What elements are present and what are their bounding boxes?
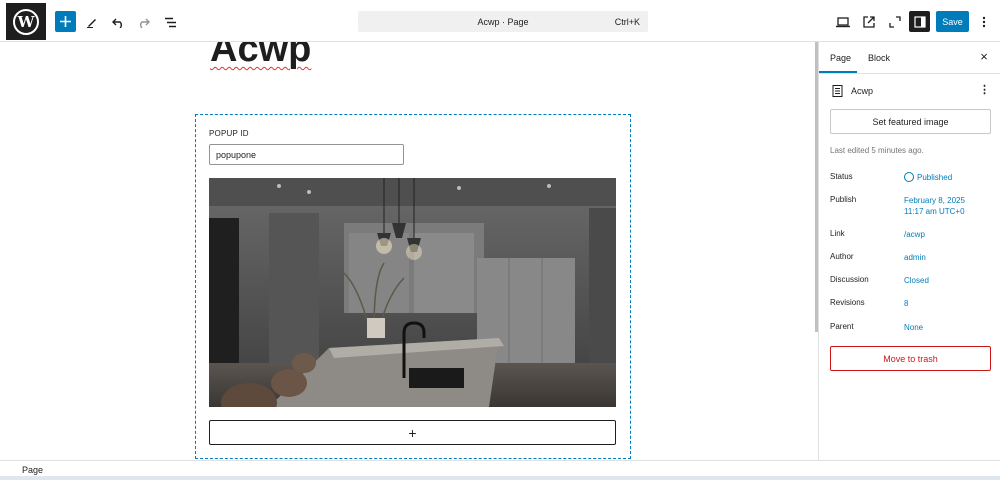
move-to-trash-button[interactable]: Move to trash [830, 346, 991, 371]
settings-sidebar-button[interactable] [909, 11, 930, 32]
page-title-heading[interactable]: Acwp [210, 42, 311, 71]
sidebar-icon [913, 15, 926, 28]
tools-button[interactable] [81, 11, 103, 33]
preview-button[interactable] [832, 11, 854, 33]
command-palette-bar[interactable]: Acwp · Page Ctrl+K [358, 11, 648, 32]
sidebar-tabs: Page Block × [819, 42, 1000, 74]
close-icon[interactable]: × [977, 50, 991, 64]
save-button[interactable]: Save [936, 11, 969, 32]
editor-toolbar: W Acwp · Page Ctrl+K Save [0, 0, 1000, 42]
meta-key: Author [830, 252, 854, 261]
document-summary: Acwp ⋮ [830, 84, 990, 100]
editor-canvas[interactable]: Acwp POPUP ID popupone + [0, 42, 818, 460]
block-breadcrumb-bar: Page [0, 460, 1000, 480]
meta-key: Publish [830, 195, 857, 204]
redo-icon [139, 18, 150, 28]
kitchen-photo [209, 178, 616, 407]
redo-button[interactable] [132, 11, 154, 33]
publish-date-value[interactable]: February 8, 2025 11:17 am UTC+0 [904, 195, 965, 217]
page-icon [832, 85, 843, 97]
last-edited-text: Last edited 5 minutes ago. [830, 146, 924, 155]
document-title-label: Acwp [851, 86, 874, 96]
list-view-icon [164, 17, 176, 27]
set-featured-image-button[interactable]: Set featured image [830, 109, 991, 134]
external-link-icon [863, 16, 875, 28]
plus-icon [60, 16, 71, 27]
popup-id-input[interactable] [209, 144, 404, 165]
command-shortcut: Ctrl+K [614, 17, 640, 27]
meta-value: February 8, 2025 [904, 196, 965, 205]
document-overview-button[interactable] [159, 11, 181, 33]
document-title: Acwp · Page [477, 17, 529, 27]
meta-value[interactable]: Closed [904, 275, 929, 286]
breadcrumb[interactable]: Page [22, 465, 43, 475]
zoom-out-button[interactable] [884, 11, 906, 33]
meta-key: Link [830, 229, 845, 238]
meta-key: Status [830, 172, 853, 181]
kitchen-image[interactable] [209, 178, 616, 407]
status-value[interactable]: Published [904, 171, 953, 183]
meta-value: Published [917, 173, 953, 182]
popup-block[interactable]: POPUP ID popupone + [195, 114, 631, 459]
pencil-icon [87, 19, 96, 28]
meta-key: Parent [830, 322, 854, 331]
undo-icon [111, 18, 122, 28]
settings-sidebar: Page Block × Acwp ⋮ Set featured image L… [818, 42, 1000, 460]
footer-strip [0, 476, 1000, 480]
meta-value[interactable]: admin [904, 252, 926, 263]
more-vertical-icon [982, 16, 986, 28]
add-block-button[interactable] [55, 11, 76, 32]
add-block-appender[interactable]: + [209, 420, 616, 445]
published-check-icon [904, 171, 914, 182]
view-page-button[interactable] [858, 11, 880, 33]
zoom-out-icon [889, 16, 901, 28]
active-tab-indicator [819, 71, 857, 73]
meta-key: Revisions [830, 298, 865, 307]
desktop-icon [836, 16, 850, 27]
meta-value[interactable]: None [904, 322, 923, 333]
meta-value[interactable]: /acwp [904, 229, 925, 240]
options-button[interactable] [973, 11, 995, 33]
undo-button[interactable] [107, 11, 129, 33]
document-actions-menu[interactable]: ⋮ [979, 83, 990, 96]
meta-value[interactable]: 8 [904, 298, 908, 309]
wordpress-logo-icon[interactable]: W [6, 3, 46, 40]
meta-value-time: 11:17 am UTC+0 [904, 207, 965, 216]
meta-key: Discussion [830, 275, 869, 284]
tab-block[interactable]: Block [868, 53, 890, 63]
popup-id-label: POPUP ID [209, 129, 249, 138]
tab-page[interactable]: Page [830, 53, 851, 63]
